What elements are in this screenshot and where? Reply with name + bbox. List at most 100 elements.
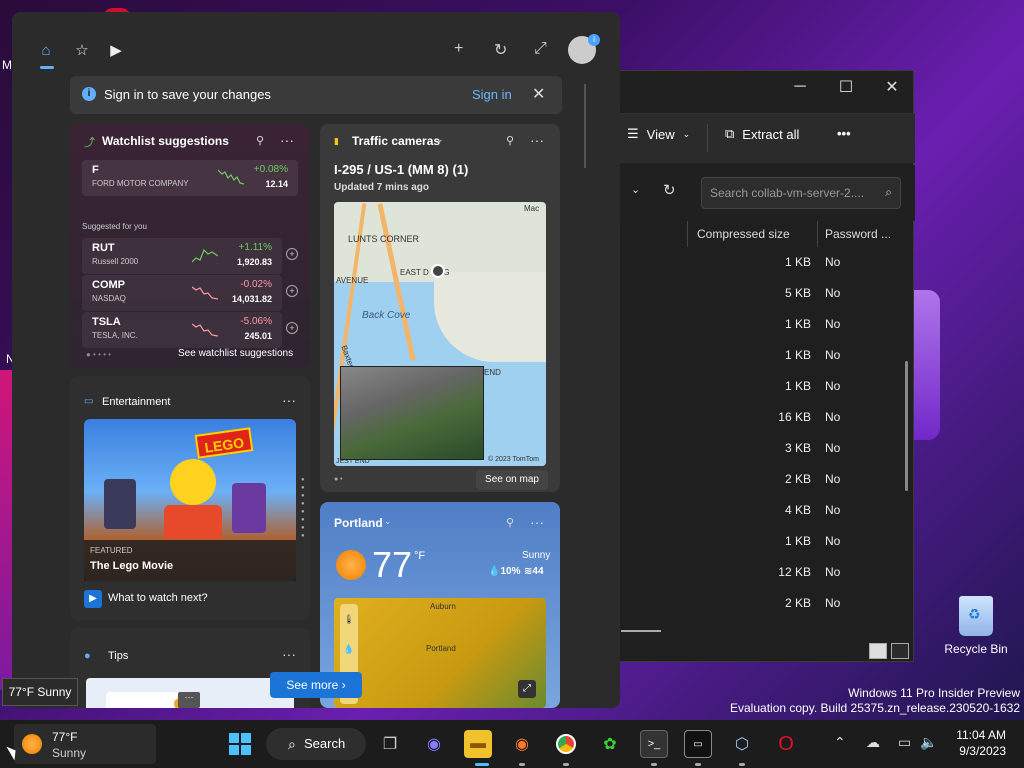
stock-item[interactable]: TSLA TESLA, INC. -5.06% 245.01 + (82, 312, 298, 348)
camera-route: I-295 / US-1 (MM 8) (1) (334, 162, 469, 177)
taskbar-search-button[interactable]: ⌕ Search (266, 728, 366, 760)
column-compressed-size[interactable]: Compressed size (697, 227, 790, 253)
table-row[interactable]: 1 KB No (601, 379, 915, 410)
tiles-view-button[interactable] (891, 643, 909, 659)
column-separator[interactable] (687, 221, 688, 247)
more-options-button[interactable]: ••• (837, 126, 851, 141)
minimize-button[interactable]: ─ (777, 71, 823, 103)
panel-scrollbar[interactable] (584, 84, 586, 168)
table-row[interactable]: 4 KB No (601, 503, 915, 534)
pager-dots[interactable]: ● • (334, 476, 343, 483)
maximize-button[interactable]: ☐ (823, 71, 869, 103)
taskbar-weather-button[interactable]: 77°F Sunny (14, 724, 156, 764)
console-icon[interactable]: ▭ (684, 730, 712, 758)
pin-icon[interactable]: ⚲ (256, 134, 264, 147)
taskbar-clock[interactable]: 11:04 AM 9/3/2023 (956, 727, 1006, 759)
table-row[interactable]: 5 KB No (601, 286, 915, 317)
sparkline-chart (192, 323, 218, 337)
opera-icon[interactable]: O (772, 730, 800, 758)
pager-dots[interactable]: ● • • • • (86, 350, 111, 359)
pin-icon[interactable]: ⚲ (506, 516, 514, 529)
see-on-map-button[interactable]: See on map (476, 470, 548, 490)
chevron-down-icon[interactable]: ⌄ (384, 516, 392, 527)
more-options-icon[interactable]: ··· (280, 132, 294, 148)
view-icon: ☰ (627, 126, 639, 141)
home-tab-icon[interactable]: ⌂ (34, 38, 58, 62)
extract-label: Extract all (742, 126, 800, 142)
table-row[interactable]: 1 KB No (601, 348, 915, 379)
chat-icon[interactable]: ◉ (420, 730, 448, 758)
stock-item-top[interactable]: F FORD MOTOR COMPANY +0.08% 12.14 (82, 160, 298, 196)
traffic-map[interactable]: LUNTS CORNER AVENUE EAST D ING Back Cove… (334, 202, 546, 466)
more-options-icon[interactable]: ··· (530, 514, 544, 530)
horizontal-scrollbar[interactable] (621, 630, 661, 632)
vertical-scrollbar[interactable] (905, 361, 908, 491)
weather-precip: 💧10% (488, 566, 521, 577)
recycle-bin[interactable]: ♻ Recycle Bin (944, 596, 1008, 656)
table-row[interactable]: 1 KB No (601, 534, 915, 565)
chrome-icon[interactable] (552, 730, 580, 758)
pin-icon[interactable]: ⚲ (506, 134, 514, 147)
chevron-down-icon[interactable]: ⌄ (436, 134, 444, 145)
file-explorer-window[interactable]: ─ ☐ ✕ ☰ View ⌄ ⧉ Extract all ••• ⌄ ↻ Sea… (600, 70, 915, 662)
compressed-size-cell: 1 KB (784, 255, 811, 269)
view-button[interactable]: ☰ View ⌄ (627, 126, 690, 142)
add-stock-icon[interactable]: + (286, 248, 298, 260)
explorer-titlebar[interactable]: ─ ☐ ✕ (601, 71, 913, 105)
details-view-button[interactable] (869, 643, 887, 659)
video-icon[interactable]: ▶ (104, 38, 128, 62)
entertainment-card[interactable]: ▭ Entertainment ··· LEGO ● ● ● ● ● ● ● ● FEATUR… (70, 376, 310, 620)
expand-icon[interactable]: ⤢ (518, 680, 536, 698)
column-password[interactable]: Password ... (825, 227, 891, 253)
add-stock-icon[interactable]: + (286, 322, 298, 334)
chevron-right-icon: › (341, 678, 346, 692)
see-watchlist-link[interactable]: See watchlist suggestions (178, 348, 293, 359)
close-icon[interactable]: ✕ (532, 84, 545, 104)
table-row[interactable]: 1 KB No (601, 255, 915, 286)
password-cell: No (825, 503, 841, 517)
table-row[interactable]: 2 KB No (601, 596, 915, 627)
app-icon-green[interactable]: ✿ (596, 730, 624, 758)
extract-all-button[interactable]: ⧉ Extract all (725, 126, 799, 142)
volume-icon[interactable]: 🔈 (920, 734, 937, 751)
task-view-icon[interactable]: ❐ (376, 730, 404, 758)
firefox-icon[interactable]: ◉ (508, 730, 536, 758)
watch-next-link[interactable]: What to watch next? (108, 592, 208, 604)
star-plus-icon[interactable]: ☆ (70, 38, 94, 62)
onedrive-icon[interactable]: ☁ (866, 734, 880, 751)
add-stock-icon[interactable]: + (286, 285, 298, 297)
table-row[interactable]: 1 KB No (601, 317, 915, 348)
see-more-button[interactable]: See more › (270, 672, 362, 698)
more-options-icon[interactable]: ··· (282, 392, 296, 408)
start-button[interactable] (226, 730, 254, 758)
camera-pin-icon[interactable] (431, 264, 445, 278)
table-row[interactable]: 16 KB No (601, 410, 915, 441)
chevron-down-icon[interactable]: ⌄ (631, 183, 640, 196)
watchlist-card[interactable]: ⤴ Watchlist suggestions ⚲ ··· F FORD MOT… (70, 124, 310, 368)
search-input[interactable]: Search collab-vm-server-2.... ⌕ (701, 177, 901, 209)
table-row[interactable]: 12 KB No (601, 565, 915, 596)
refresh-icon[interactable]: ↻ (663, 181, 676, 199)
more-options-icon[interactable]: ··· (282, 646, 296, 662)
expand-icon[interactable]: ⤢ (534, 40, 547, 58)
column-separator[interactable] (817, 221, 818, 247)
table-row[interactable]: 2 KB No (601, 472, 915, 503)
camera-snapshot[interactable] (340, 366, 484, 460)
terminal-icon[interactable]: >_ (640, 730, 668, 758)
stock-item[interactable]: RUT Russell 2000 +1.11% 1,920.83 + (82, 238, 298, 274)
weather-map[interactable]: 🌡💧☁ Auburn Portland ⤢ (334, 598, 546, 708)
toolbar-divider (707, 124, 708, 152)
stock-item[interactable]: COMP NASDAQ -0.02% 14,031.82 + (82, 275, 298, 311)
refresh-icon[interactable]: ↻ (494, 40, 507, 60)
signin-link[interactable]: Sign in (472, 87, 512, 102)
network-icon[interactable]: ▭ (898, 734, 911, 751)
file-explorer-icon[interactable]: ▬ (464, 730, 492, 758)
add-widget-icon[interactable]: + (454, 40, 463, 58)
traffic-cameras-card[interactable]: ▮ Traffic cameras ⌄ ⚲ ··· I-295 / US-1 (… (320, 124, 560, 492)
virtualbox-icon[interactable]: ⬡ (728, 730, 756, 758)
close-button[interactable]: ✕ (869, 71, 915, 103)
chevron-up-icon[interactable]: ⌃ (834, 734, 846, 751)
more-options-icon[interactable]: ··· (530, 132, 544, 148)
stock-symbol: COMP (92, 279, 125, 291)
table-row[interactable]: 3 KB No (601, 441, 915, 472)
